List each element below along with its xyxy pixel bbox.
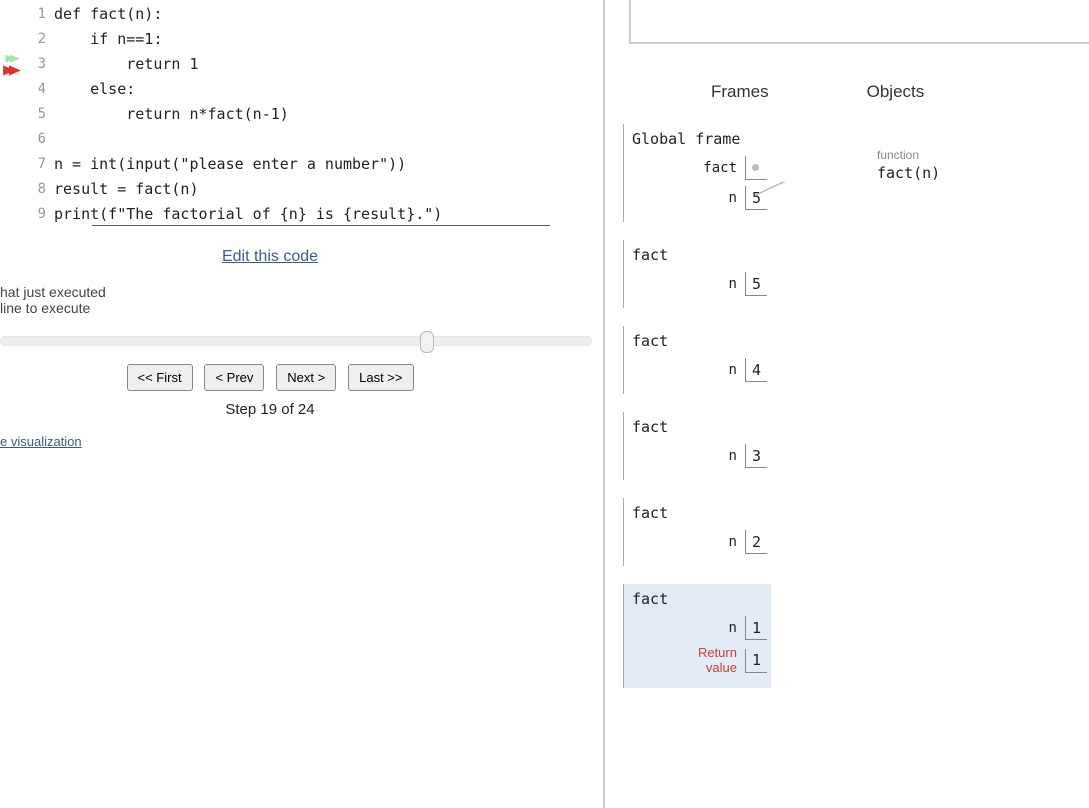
code-line: 9print(f"The factorial of {n} is {result…: [30, 202, 603, 227]
variable-name: n: [729, 190, 737, 206]
variable-name: n: [729, 448, 737, 464]
code-line: 5 return n*fact(n-1): [30, 102, 603, 127]
frames-header: Frames: [711, 82, 769, 102]
step-slider[interactable]: [0, 330, 592, 352]
frame-title: fact: [632, 246, 771, 264]
slider-thumb[interactable]: [420, 331, 434, 353]
output-box: [629, 0, 1089, 44]
code-text: def fact(n):: [54, 2, 162, 27]
stack-frame: fact n1 Returnvalue 1: [623, 584, 771, 688]
stack-frame: fact n3: [623, 412, 771, 480]
variable-row: n4: [630, 358, 771, 382]
variable-value: 1: [745, 649, 767, 673]
variable-row: fact: [630, 156, 771, 180]
variable-row: n5: [630, 272, 771, 296]
edit-code-link[interactable]: Edit this code: [0, 248, 540, 266]
code-line: 7n = int(input("please enter a number")): [30, 152, 603, 177]
visualization-link[interactable]: e visualization: [0, 434, 603, 449]
code-pane: 1def fact(n):2 if n==1:3 return 14 else:…: [0, 0, 603, 808]
first-button[interactable]: << First: [127, 364, 193, 391]
arrow-legend: hat just executed line to execute: [0, 284, 603, 316]
code-text: result = fact(n): [54, 177, 199, 202]
code-text: return 1: [54, 52, 199, 77]
stack-frame: fact n4: [623, 326, 771, 394]
line-number: 3: [30, 52, 54, 77]
legend-next: line to execute: [0, 300, 603, 316]
variable-value: 3: [745, 444, 767, 468]
variable-value: 1: [745, 616, 767, 640]
frame-title: fact: [632, 590, 771, 608]
variable-value: 5: [745, 272, 767, 296]
variable-name: fact: [703, 160, 737, 176]
code-line: 8result = fact(n): [30, 177, 603, 202]
next-line-arrow-icon: [9, 64, 21, 78]
line-number: 5: [30, 102, 54, 127]
variable-name: n: [729, 620, 737, 636]
code-line: 1def fact(n):: [30, 2, 603, 27]
line-number: 7: [30, 152, 54, 177]
return-label: Returnvalue: [698, 646, 737, 676]
line-number: 4: [30, 77, 54, 102]
step-controls: << First < Prev Next > Last >>: [0, 364, 540, 391]
line-number: 6: [30, 127, 54, 152]
variable-row: n3: [630, 444, 771, 468]
variable-row: Returnvalue 1: [630, 646, 771, 676]
frame-title: fact: [632, 504, 771, 522]
frames-pane: Frames Objects function fact(n) Global f…: [605, 0, 1089, 808]
frame-title: Global frame: [632, 130, 771, 148]
variable-name: n: [729, 534, 737, 550]
variable-value: 4: [745, 358, 767, 382]
code-text: if n==1:: [54, 27, 162, 52]
step-label: Step 19 of 24: [0, 401, 540, 418]
variable-value: 5: [745, 186, 767, 210]
legend-prev: hat just executed: [0, 284, 603, 300]
line-number: 2: [30, 27, 54, 52]
variable-name: n: [729, 276, 737, 292]
line-number: 8: [30, 177, 54, 202]
frame-title: fact: [632, 332, 771, 350]
code-text: else:: [54, 77, 135, 102]
objects-header: Objects: [867, 82, 925, 102]
stack-frame: Global frame fact n5: [623, 124, 771, 222]
variable-name: n: [729, 362, 737, 378]
code-text: print(f"The factorial of {n} is {result}…: [54, 202, 442, 227]
code-line: 3 return 1: [30, 52, 603, 77]
pointer-dot-icon: [752, 164, 759, 171]
stack-frame: fact n2: [623, 498, 771, 566]
code-line: 4 else:: [30, 77, 603, 102]
prev-button[interactable]: < Prev: [204, 364, 264, 391]
line-number: 1: [30, 2, 54, 27]
variable-row: n1: [630, 616, 771, 640]
line-number: 9: [30, 202, 54, 227]
code-line: 2 if n==1:: [30, 27, 603, 52]
code-text: return n*fact(n-1): [54, 102, 289, 127]
code-line: 6: [30, 127, 603, 152]
code-text: n = int(input("please enter a number")): [54, 152, 406, 177]
prev-line-arrow-icon: [10, 52, 20, 65]
frames-column: Global framefactn5factn5factn4factn3fact…: [623, 124, 1089, 688]
variable-row: n5: [630, 186, 771, 210]
variable-value: 2: [745, 530, 767, 554]
next-button[interactable]: Next >: [276, 364, 336, 391]
stack-frame: fact n5: [623, 240, 771, 308]
last-button[interactable]: Last >>: [348, 364, 413, 391]
variable-row: n2: [630, 530, 771, 554]
code-area: 1def fact(n):2 if n==1:3 return 14 else:…: [0, 0, 603, 226]
variable-value: [745, 156, 767, 180]
frame-title: fact: [632, 418, 771, 436]
